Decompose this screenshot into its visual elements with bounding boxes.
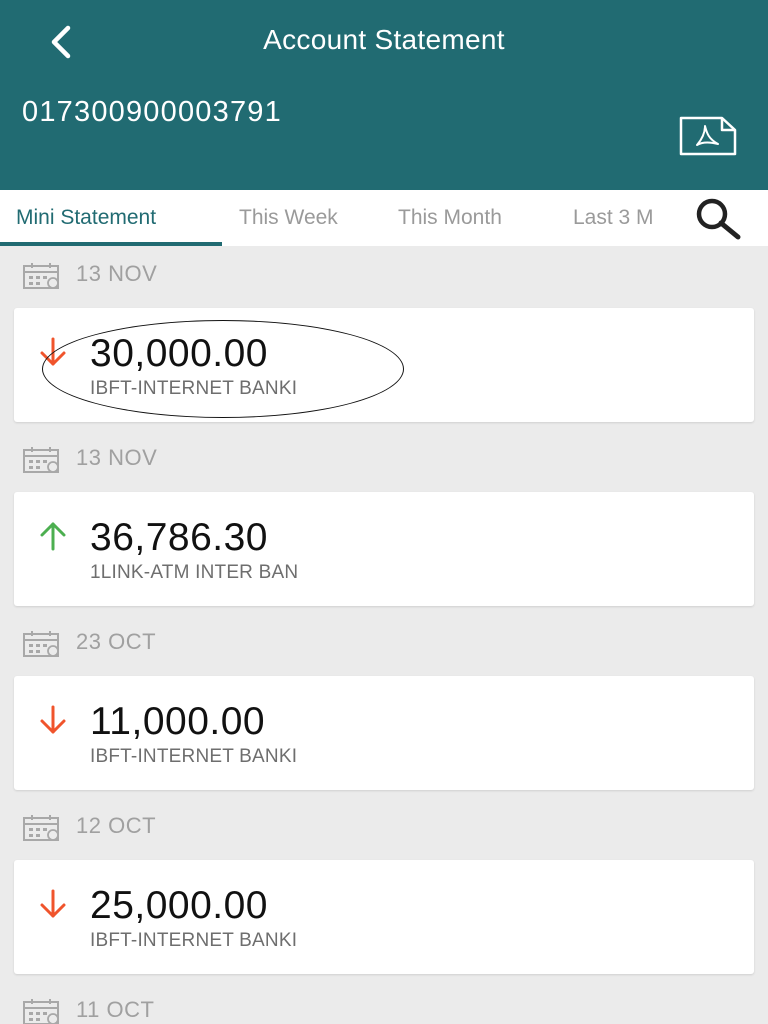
search-icon[interactable] — [690, 194, 748, 242]
transaction-amount: 11,000.00 — [90, 700, 266, 743]
date-header: 12 OCT — [0, 798, 768, 854]
date-header: 11 OCT — [0, 982, 768, 1024]
transaction-description: IBFT-INTERNET BANKI — [90, 746, 298, 767]
transaction-card[interactable]: 25,000.00 IBFT-INTERNET BANKI — [14, 860, 754, 974]
transaction-date: 11 OCT — [76, 997, 155, 1022]
arrow-down-icon — [40, 889, 66, 918]
account-number: 017300900003791 — [22, 96, 282, 128]
tab-this-week[interactable]: This Week — [239, 190, 338, 246]
highlight-ellipse — [42, 320, 404, 418]
transaction-date: 23 OCT — [76, 629, 157, 654]
calendar-icon — [23, 263, 59, 289]
tab-last-3-months-clip: Last 3 M — [560, 190, 675, 246]
pdf-icon[interactable] — [678, 114, 738, 158]
transaction-description: IBFT-INTERNET BANKI — [90, 930, 298, 951]
statement-tabs: Mini Statement This Week This Month Last… — [0, 190, 768, 246]
transaction-amount: 25,000.00 — [90, 884, 269, 927]
app-header: Account Statement 017300900003791 — [0, 0, 768, 190]
arrow-down-icon — [40, 705, 66, 734]
arrow-up-icon — [40, 522, 66, 551]
date-header: 13 NOV — [0, 430, 768, 486]
calendar-icon — [23, 815, 59, 841]
calendar-icon — [23, 999, 59, 1024]
tab-last-3-months[interactable]: Last 3 M — [573, 190, 654, 246]
transaction-date: 12 OCT — [76, 813, 157, 838]
date-header: 23 OCT — [0, 614, 768, 670]
transaction-description: 1LINK-ATM INTER BAN — [90, 562, 299, 583]
transaction-card[interactable]: 36,786.30 1LINK-ATM INTER BAN — [14, 492, 754, 606]
transaction-date: 13 NOV — [76, 261, 158, 286]
transaction-amount: 36,786.30 — [90, 516, 269, 559]
page-title: Account Statement — [263, 24, 505, 55]
tab-this-month[interactable]: This Month — [398, 190, 502, 246]
transaction-card[interactable]: 11,000.00 IBFT-INTERNET BANKI — [14, 676, 754, 790]
calendar-icon — [23, 631, 59, 657]
tab-mini-statement[interactable]: Mini Statement — [16, 190, 156, 246]
transaction-date: 13 NOV — [76, 445, 158, 470]
date-header: 13 NOV — [0, 246, 768, 302]
calendar-icon — [23, 447, 59, 473]
